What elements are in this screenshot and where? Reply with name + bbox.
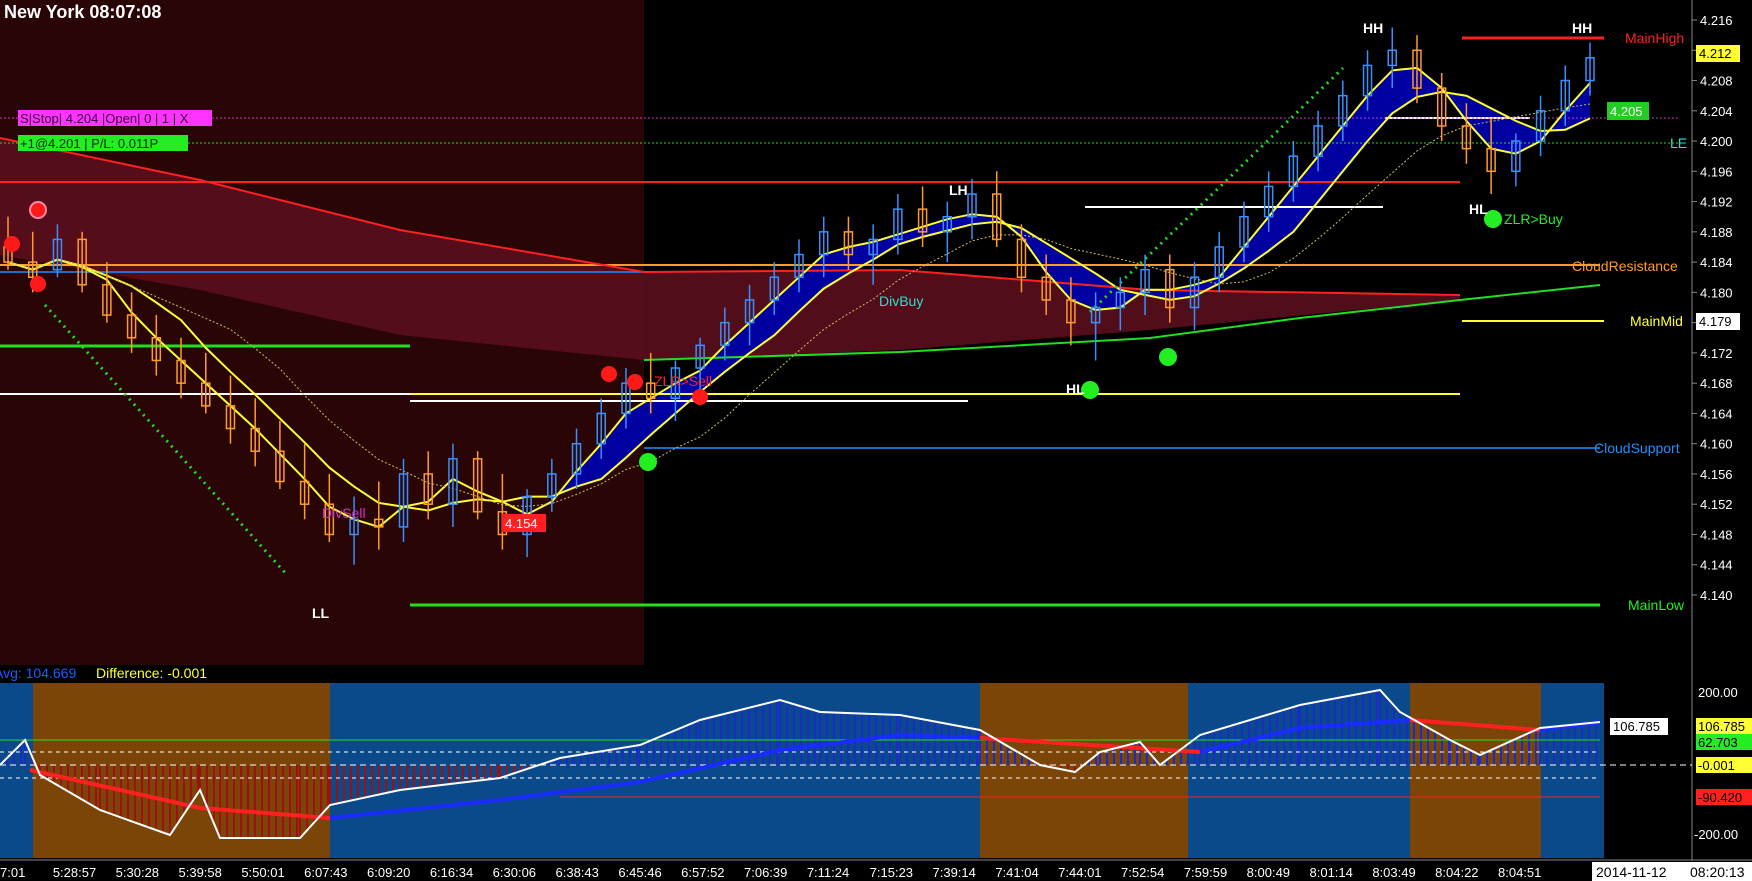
sell-signal-dot[interactable]	[29, 201, 47, 219]
low-price-box: 4.154	[505, 516, 538, 531]
price-tick-label: 4.168	[1700, 376, 1733, 391]
time-tick-label: 8:00:49	[1247, 865, 1290, 880]
entry-box: 4.205	[1610, 104, 1643, 119]
price-tick-label: 4.148	[1700, 527, 1733, 542]
time-tick-label: 6:45:46	[618, 865, 661, 880]
time-tick-label: 5:30:28	[116, 865, 159, 880]
sell-signal-dot[interactable]	[4, 236, 20, 252]
cloud-resistance-label: CloudResistance	[1572, 258, 1678, 274]
price-tick-label: 4.140	[1700, 588, 1733, 603]
indicator-level-box: 62.703	[1698, 735, 1738, 750]
indicator-band	[1541, 683, 1604, 858]
current-price-box: 4.212	[1699, 46, 1732, 61]
price-tick-label: 4.196	[1700, 164, 1733, 179]
time-tick-label: 6:38:43	[556, 865, 599, 880]
price-tick-label: 4.216	[1700, 13, 1733, 28]
sell-signal-dot[interactable]	[601, 366, 617, 382]
indicator-band	[1410, 683, 1541, 858]
indicator-tick-minus-200: -200.00	[1694, 827, 1738, 842]
date-stamp: 2014-11-12	[1596, 864, 1667, 880]
zlr-buy-label: ZLR>Buy	[1504, 211, 1563, 227]
indicator-main-box: 106.785	[1613, 719, 1660, 734]
le-label: LE	[1670, 135, 1687, 151]
time-tick-label: 8:04:22	[1435, 865, 1478, 880]
time-tick-label: 5:39:58	[179, 865, 222, 880]
time-tick-label: 8:03:49	[1372, 865, 1415, 880]
indicator-tick-200: 200.00	[1698, 685, 1738, 700]
sell-signal-dot[interactable]	[30, 276, 46, 292]
time-tick-label: 7:01	[0, 865, 25, 880]
price-tick-label: 4.188	[1700, 225, 1733, 240]
clock-label: New York 08:07:08	[4, 2, 161, 22]
sell-signal-dot[interactable]	[692, 389, 708, 405]
time-tick-label: 6:16:34	[430, 865, 473, 880]
indicator-avg-box: 106.785	[1698, 719, 1745, 734]
ll-label: LL	[312, 605, 330, 621]
time-tick-label: 8:01:14	[1310, 865, 1353, 880]
price-tick-label: 4.204	[1700, 104, 1733, 119]
div-buy-label: DivBuy	[879, 293, 923, 309]
mid-price-box: 4.179	[1699, 314, 1732, 329]
price-tick-label: 4.152	[1700, 497, 1733, 512]
main-high-label: MainHigh	[1625, 30, 1684, 46]
indicator-low-box: -90.420	[1698, 790, 1742, 805]
indicator-header-diff: Difference: -0.001	[96, 665, 207, 681]
price-tick-label: 4.160	[1700, 437, 1733, 452]
price-tick-label: 4.144	[1700, 558, 1733, 573]
time-tick-label: 6:57:52	[681, 865, 724, 880]
buy-signal-dot[interactable]	[639, 453, 657, 471]
div-sell-label: DivSell	[322, 505, 366, 521]
trading-chart[interactable]: S|Stop| 4.204 |Open| 0 | 1 | X +1@4.201 …	[0, 0, 1752, 881]
hl-label-2: HL	[1469, 201, 1488, 217]
time-tick-label: 5:50:01	[241, 865, 284, 880]
price-tick-label: 4.156	[1700, 467, 1733, 482]
time-tick-label: 7:41:04	[995, 865, 1038, 880]
price-tick-label: 4.192	[1700, 195, 1733, 210]
price-tick-label: 4.200	[1700, 134, 1733, 149]
indicator-diff-box: -0.001	[1698, 758, 1735, 773]
price-tick-label: 4.208	[1700, 74, 1733, 89]
time-tick-label: 6:07:43	[304, 865, 347, 880]
stop-order-tag[interactable]: S|Stop| 4.204 |Open| 0 | 1 | X	[20, 111, 189, 126]
time-tick-label: 7:15:23	[870, 865, 913, 880]
price-tick-label: 4.184	[1700, 255, 1733, 270]
cloud-support-label: CloudSupport	[1594, 440, 1680, 456]
lh-label: LH	[949, 182, 968, 198]
main-mid-label: MainMid	[1630, 313, 1683, 329]
indicator-band	[980, 683, 1188, 858]
hh-label-2: HH	[1572, 20, 1592, 36]
price-tick-label: 4.180	[1700, 285, 1733, 300]
hh-label-1: HH	[1363, 20, 1383, 36]
time-tick-label: 7:06:39	[744, 865, 787, 880]
indicator-header-avg: Avg: 104.669	[0, 665, 76, 681]
indicator-band	[33, 683, 330, 858]
time-tick-label: 6:09:20	[367, 865, 410, 880]
time-tick-label: 8:04:51	[1498, 865, 1541, 880]
sell-signal-dot[interactable]	[627, 374, 643, 390]
time-tick-label: 7:11:24	[807, 865, 849, 880]
time-tick-label: 7:44:01	[1058, 865, 1101, 880]
main-low-label: MainLow	[1628, 597, 1685, 613]
hl-label-1: HL	[1066, 381, 1085, 397]
position-tag[interactable]: +1@4.201 | P/L: 0.011P	[20, 136, 158, 151]
price-tick-label: 4.172	[1700, 346, 1733, 361]
indicator-band	[0, 683, 33, 858]
zlr-sell-label: ZLR>Sell	[654, 373, 712, 389]
time-tick-label: 7:59:59	[1184, 865, 1227, 880]
time-tick-label: 7:39:14	[933, 865, 976, 880]
time-tick-label: 5:28:57	[53, 865, 96, 880]
time-tick-label: 6:30:06	[493, 865, 536, 880]
buy-signal-dot[interactable]	[1159, 348, 1177, 366]
time-tick-label: 7:52:54	[1121, 865, 1164, 880]
price-tick-label: 4.164	[1700, 406, 1733, 421]
time-stamp: 08:20:13	[1690, 864, 1745, 880]
